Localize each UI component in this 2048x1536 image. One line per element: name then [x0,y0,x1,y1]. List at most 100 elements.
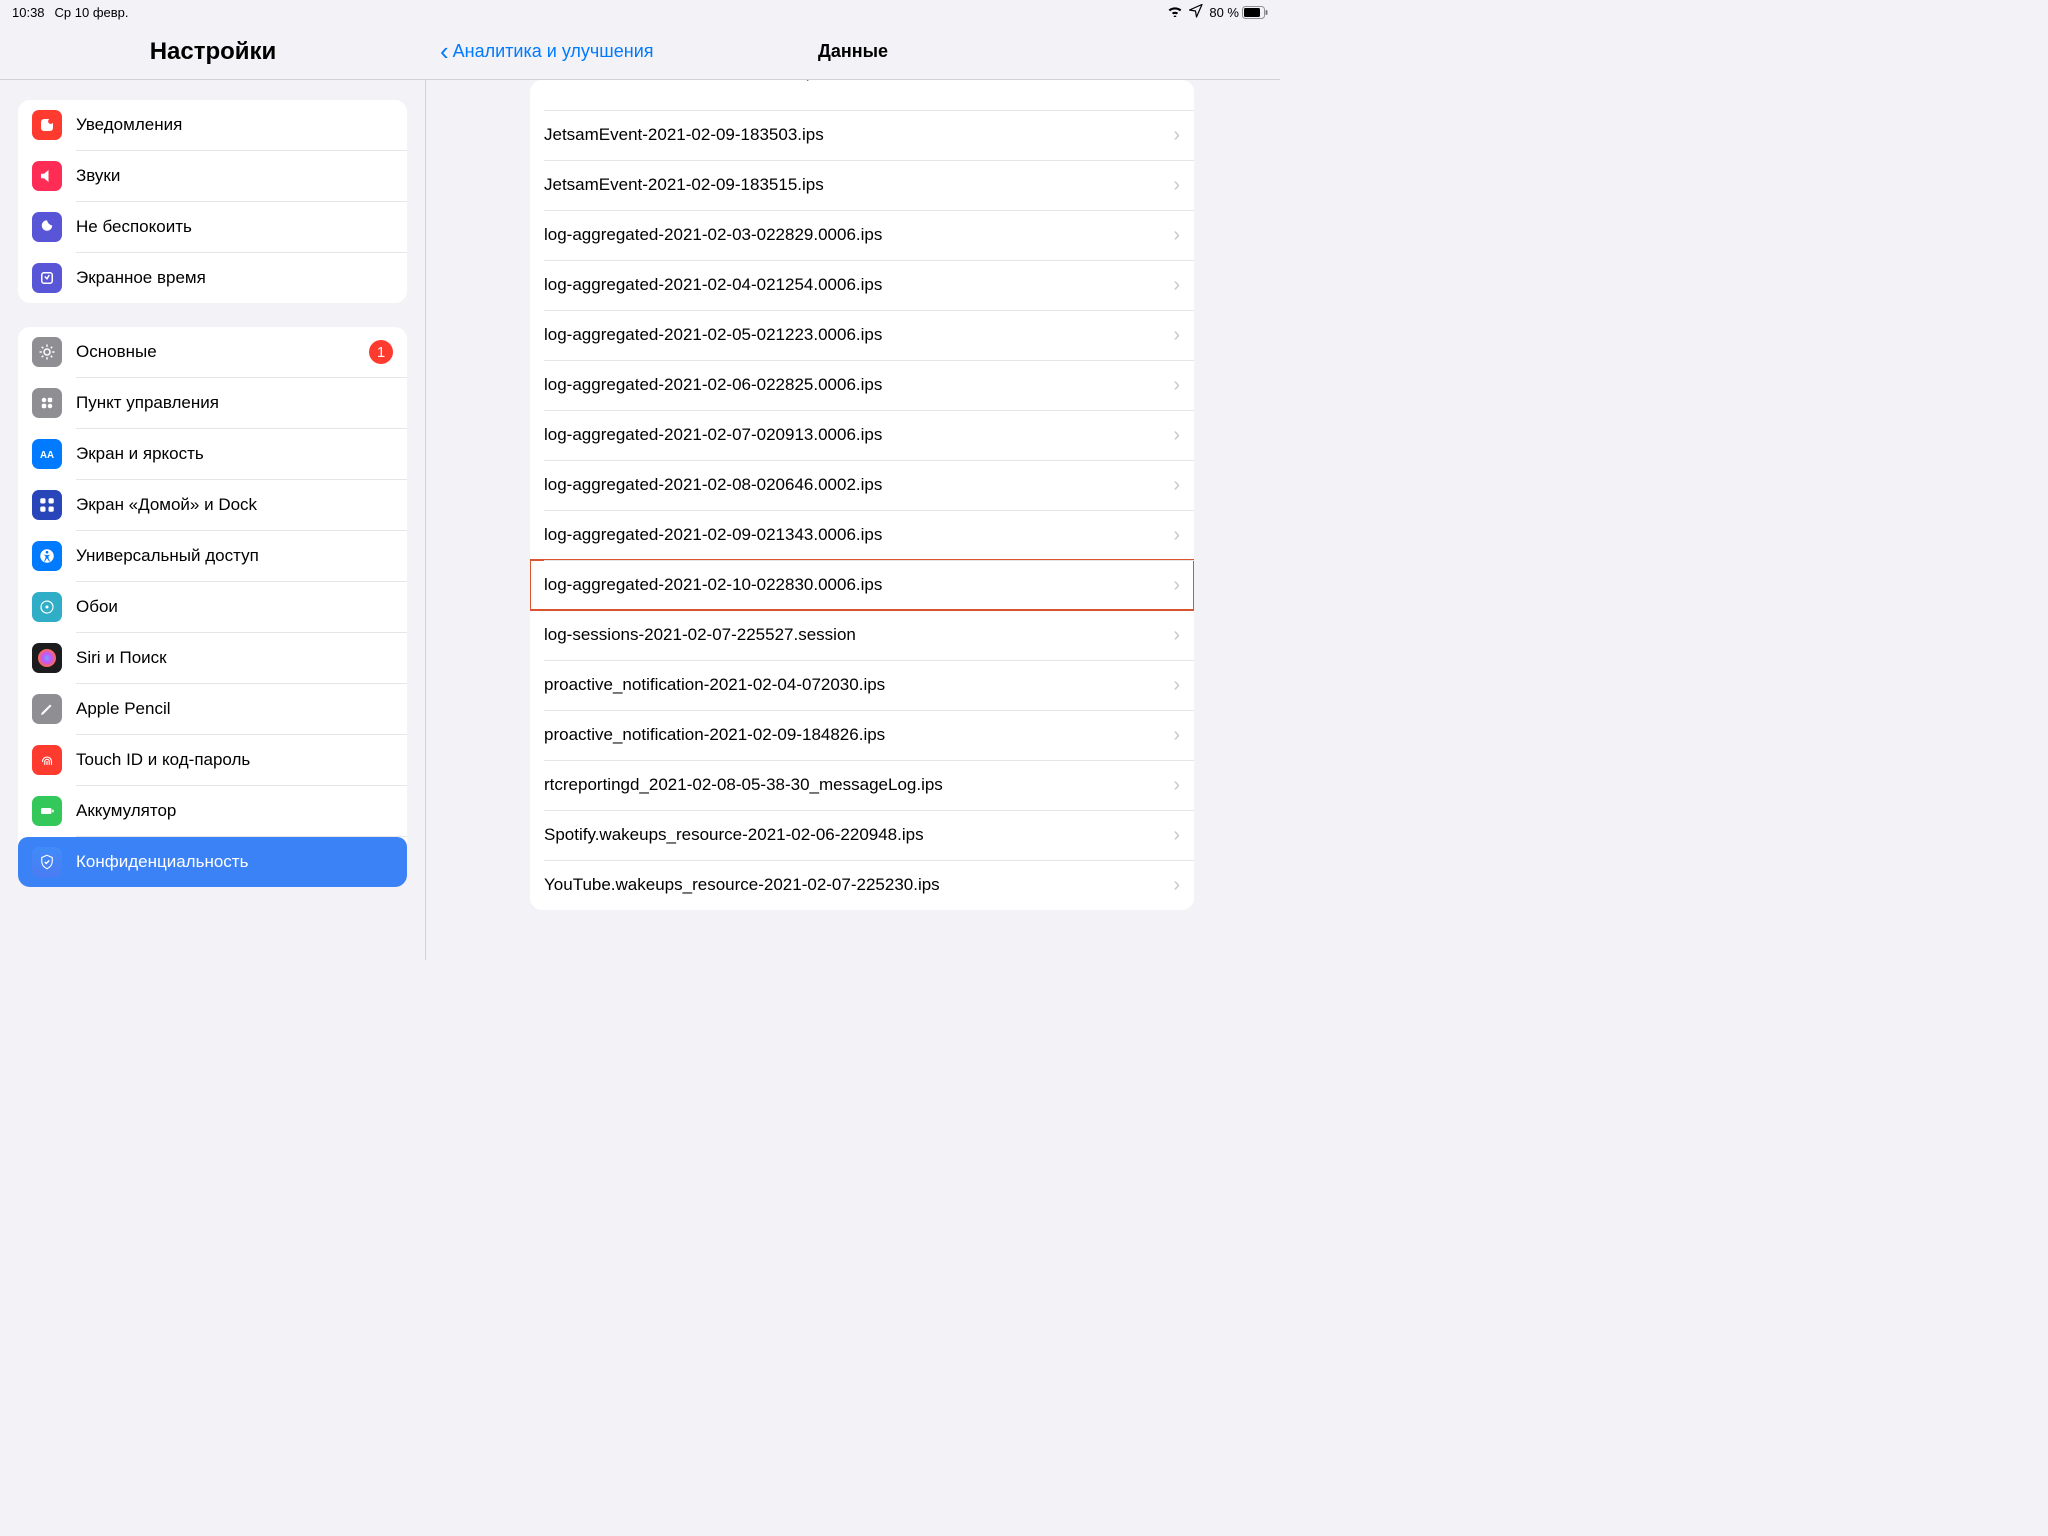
log-file-row[interactable]: log-aggregated-2021-02-04-021254.0006.ip… [530,260,1194,310]
chevron-right-icon: › [1173,224,1180,247]
sidebar-item-control[interactable]: Пункт управления [18,378,407,428]
chevron-right-icon: › [1173,474,1180,497]
log-file-name: proactive_notification-2021-02-04-072030… [544,675,885,695]
chevron-right-icon: › [1173,80,1180,85]
sidebar-item-label: Универсальный доступ [76,546,393,566]
header: Настройки ‹ Аналитика и улучшения Данные [0,24,1280,80]
analytics-data-list: JetsamEvent-2021-02-08-215846.ips›Jetsam… [530,80,1194,910]
log-file-row[interactable]: YouTube.wakeups_resource-2021-02-07-2252… [530,860,1194,910]
log-file-name: log-aggregated-2021-02-04-021254.0006.ip… [544,275,882,295]
log-file-row[interactable]: log-aggregated-2021-02-07-020913.0006.ip… [530,410,1194,460]
display-icon: AA [32,439,62,469]
sidebar-item-label: Конфиденциальность [76,852,393,872]
log-file-name: JetsamEvent-2021-02-08-215846.ips [544,80,824,82]
battery-indicator: 80 % [1209,5,1268,20]
log-file-name: JetsamEvent-2021-02-09-183515.ips [544,175,824,195]
status-bar: 10:38 Ср 10 февр. 80 % [0,0,1280,24]
sidebar-item-pencil[interactable]: Apple Pencil [18,684,407,734]
log-file-row[interactable]: rtcreportingd_2021-02-08-05-38-30_messag… [530,760,1194,810]
chevron-right-icon: › [1173,374,1180,397]
log-file-row[interactable]: JetsamEvent-2021-02-09-183515.ips › [530,160,1194,210]
sidebar-item-label: Apple Pencil [76,699,393,719]
sidebar-item-siri[interactable]: Siri и Поиск [18,633,407,683]
sidebar-item-label: Звуки [76,166,393,186]
sidebar-item-label: Экран и яркость [76,444,393,464]
sidebar-item-battery[interactable]: Аккумулятор [18,786,407,836]
sidebar-item-notifications[interactable]: Уведомления [18,100,407,150]
log-file-row[interactable]: proactive_notification-2021-02-09-184826… [530,710,1194,760]
log-file-row[interactable]: JetsamEvent-2021-02-09-183503.ips › [530,110,1194,160]
home-icon [32,490,62,520]
log-file-row[interactable]: proactive_notification-2021-02-04-072030… [530,660,1194,710]
log-file-name: log-aggregated-2021-02-09-021343.0006.ip… [544,525,882,545]
sidebar-item-display[interactable]: AA Экран и яркость [18,429,407,479]
badge: 1 [369,340,393,364]
back-button[interactable]: ‹ Аналитика и улучшения [440,40,654,64]
status-date: Ср 10 февр. [55,5,129,20]
notifications-icon [32,110,62,140]
log-file-name: log-sessions-2021-02-07-225527.session [544,625,856,645]
chevron-right-icon: › [1173,724,1180,747]
chevron-right-icon: › [1173,124,1180,147]
chevron-right-icon: › [1173,174,1180,197]
chevron-right-icon: › [1173,624,1180,647]
wifi-icon [1167,5,1183,20]
chevron-right-icon: › [1173,874,1180,897]
sidebar-item-label: Не беспокоить [76,217,393,237]
log-file-name: Spotify.wakeups_resource-2021-02-06-2209… [544,825,924,845]
sidebar-item-privacy[interactable]: Конфиденциальность [18,837,407,887]
sidebar-item-touchid[interactable]: Touch ID и код-пароль [18,735,407,785]
log-file-name: log-aggregated-2021-02-07-020913.0006.ip… [544,425,882,445]
log-file-row[interactable]: Spotify.wakeups_resource-2021-02-06-2209… [530,810,1194,860]
log-file-row[interactable]: log-aggregated-2021-02-08-020646.0002.ip… [530,460,1194,510]
siri-icon [32,643,62,673]
sidebar-item-label: Siri и Поиск [76,648,393,668]
log-file-row[interactable]: log-aggregated-2021-02-09-021343.0006.ip… [530,510,1194,560]
log-file-row[interactable]: log-sessions-2021-02-07-225527.session › [530,610,1194,660]
sidebar-item-label: Touch ID и код-пароль [76,750,393,770]
log-file-row[interactable]: JetsamEvent-2021-02-08-215846.ips › [530,80,1194,110]
sidebar-item-label: Пункт управления [76,393,393,413]
sidebar-item-home[interactable]: Экран «Домой» и Dock [18,480,407,530]
sidebar[interactable]: Уведомления Звуки Не беспокоить Экранное вр… [0,80,426,960]
sidebar-item-wallpaper[interactable]: Обои [18,582,407,632]
sidebar-item-label: Экран «Домой» и Dock [76,495,393,515]
log-file-row[interactable]: log-aggregated-2021-02-06-022825.0006.ip… [530,360,1194,410]
log-file-name: rtcreportingd_2021-02-08-05-38-30_messag… [544,775,943,795]
sidebar-title: Настройки [0,24,426,79]
location-icon [1189,4,1203,21]
sounds-icon [32,161,62,191]
general-icon [32,337,62,367]
content-pane[interactable]: JetsamEvent-2021-02-08-215846.ips›Jetsam… [426,80,1280,960]
svg-text:AA: AA [40,450,54,461]
status-time: 10:38 [12,5,45,20]
wallpaper-icon [32,592,62,622]
sidebar-item-label: Аккумулятор [76,801,393,821]
sidebar-item-label: Экранное время [76,268,393,288]
sidebar-item-dnd[interactable]: Не беспокоить [18,202,407,252]
chevron-right-icon: › [1173,774,1180,797]
chevron-right-icon: › [1173,824,1180,847]
sidebar-item-label: Уведомления [76,115,393,135]
sidebar-item-access[interactable]: Универсальный доступ [18,531,407,581]
touchid-icon [32,745,62,775]
chevron-right-icon: › [1173,274,1180,297]
sidebar-item-screentime[interactable]: Экранное время [18,253,407,303]
back-label: Аналитика и улучшения [453,41,654,62]
sidebar-item-sounds[interactable]: Звуки [18,151,407,201]
control-icon [32,388,62,418]
chevron-right-icon: › [1173,574,1180,597]
privacy-icon [32,847,62,877]
chevron-right-icon: › [1173,674,1180,697]
log-file-name: log-aggregated-2021-02-05-021223.0006.ip… [544,325,882,345]
log-file-row[interactable]: log-aggregated-2021-02-03-022829.0006.ip… [530,210,1194,260]
log-file-row[interactable]: log-aggregated-2021-02-05-021223.0006.ip… [530,310,1194,360]
chevron-right-icon: › [1173,424,1180,447]
log-file-name: log-aggregated-2021-02-10-022830.0006.ip… [544,575,882,595]
log-file-name: log-aggregated-2021-02-08-020646.0002.ip… [544,475,882,495]
battery-icon [32,796,62,826]
log-file-name: JetsamEvent-2021-02-09-183503.ips [544,125,824,145]
sidebar-item-general[interactable]: Основные1 [18,327,407,377]
log-file-row[interactable]: log-aggregated-2021-02-10-022830.0006.ip… [530,560,1194,610]
chevron-right-icon: › [1173,524,1180,547]
